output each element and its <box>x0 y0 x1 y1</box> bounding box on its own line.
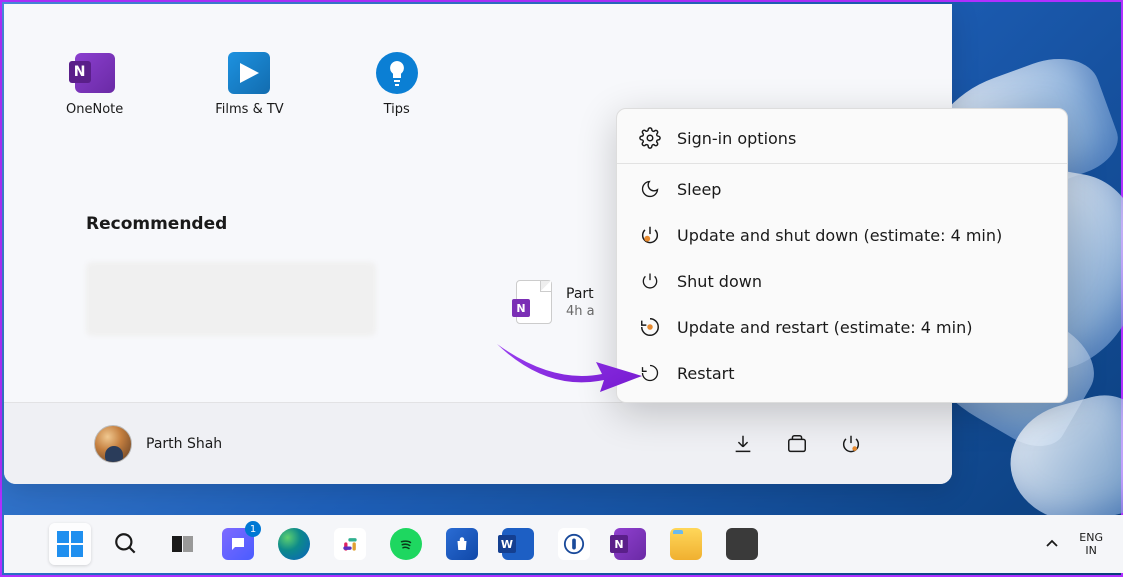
downloads-icon[interactable] <box>732 433 754 455</box>
taskbar-slack[interactable] <box>329 523 371 565</box>
menu-item-update-restart[interactable]: Update and restart (estimate: 4 min) <box>617 304 1067 350</box>
word-icon: W <box>502 528 534 560</box>
tips-icon <box>376 52 418 94</box>
onepassword-icon <box>558 528 590 560</box>
language-top: ENG <box>1079 531 1103 544</box>
app-label: OneNote <box>66 102 123 117</box>
recommended-item-title: Part <box>566 285 595 303</box>
chat-badge: 1 <box>245 521 261 537</box>
start-menu-footer: Parth Shah <box>4 402 952 484</box>
taskbar-spotify[interactable] <box>385 523 427 565</box>
taskbar-store[interactable] <box>441 523 483 565</box>
start-button[interactable] <box>49 523 91 565</box>
app-tile-films-tv[interactable]: Films & TV <box>215 52 283 117</box>
edge-icon <box>278 528 310 560</box>
recommended-heading: Recommended <box>86 214 227 234</box>
menu-item-restart[interactable]: Restart <box>617 350 1067 396</box>
taskbar: 1 W N <box>4 515 1123 573</box>
menu-item-label: Sign-in options <box>677 129 796 148</box>
taskbar-search[interactable] <box>105 523 147 565</box>
app-label: Tips <box>384 102 410 117</box>
app-tile-tips[interactable]: Tips <box>376 52 418 117</box>
restart-update-icon <box>639 316 661 338</box>
taskbar-chat[interactable]: 1 <box>217 523 259 565</box>
slack-icon <box>334 528 366 560</box>
recommended-item-onenote-file[interactable]: Part 4h a <box>516 280 595 324</box>
app-label: Films & TV <box>215 102 283 117</box>
menu-item-sleep[interactable]: Sleep <box>617 166 1067 212</box>
films-tv-icon <box>228 52 270 94</box>
power-update-icon <box>639 224 661 246</box>
taskbar-taskview[interactable] <box>161 523 203 565</box>
taskbar-1password[interactable] <box>553 523 595 565</box>
menu-item-label: Shut down <box>677 272 762 291</box>
menu-item-update-shutdown[interactable]: Update and shut down (estimate: 4 min) <box>617 212 1067 258</box>
user-name-label: Parth Shah <box>146 436 222 452</box>
tray-overflow-chevron-icon[interactable] <box>1045 537 1059 551</box>
powertoys-icon <box>726 528 758 560</box>
taskbar-word[interactable]: W <box>497 523 539 565</box>
moon-icon <box>639 178 661 200</box>
restart-icon <box>639 362 661 384</box>
taskbar-explorer[interactable] <box>665 523 707 565</box>
onenote-icon <box>74 52 116 94</box>
language-indicator[interactable]: ENG IN <box>1079 531 1103 557</box>
onenote-file-icon <box>516 280 552 324</box>
taskbar-onenote[interactable]: N <box>609 523 651 565</box>
app-tile-onenote[interactable]: OneNote <box>66 52 123 117</box>
power-options-menu: Sign-in options Sleep Update and shut do… <box>616 108 1068 403</box>
menu-item-label: Restart <box>677 364 735 383</box>
menu-separator <box>617 163 1067 164</box>
menu-item-signin-options[interactable]: Sign-in options <box>617 115 1067 161</box>
taskbar-powertoys[interactable] <box>721 523 763 565</box>
recommended-item-subtitle: 4h a <box>566 304 595 319</box>
menu-item-label: Update and shut down (estimate: 4 min) <box>677 226 1002 245</box>
recommended-item-redacted <box>86 262 376 336</box>
onenote-taskbar-icon: N <box>614 528 646 560</box>
taskbar-edge[interactable] <box>273 523 315 565</box>
avatar <box>94 425 132 463</box>
search-icon <box>113 531 139 557</box>
taskview-icon <box>172 536 193 552</box>
power-icon[interactable] <box>840 433 862 455</box>
power-icon <box>639 270 661 292</box>
spotify-icon <box>390 528 422 560</box>
menu-item-shutdown[interactable]: Shut down <box>617 258 1067 304</box>
store-icon <box>446 528 478 560</box>
menu-item-label: Sleep <box>677 180 721 199</box>
folder-icon <box>670 528 702 560</box>
menu-item-label: Update and restart (estimate: 4 min) <box>677 318 972 337</box>
user-account-button[interactable]: Parth Shah <box>94 425 222 463</box>
windows-logo-icon <box>56 530 84 558</box>
gear-icon <box>639 127 661 149</box>
language-bottom: IN <box>1079 544 1103 557</box>
documents-icon[interactable] <box>786 433 808 455</box>
